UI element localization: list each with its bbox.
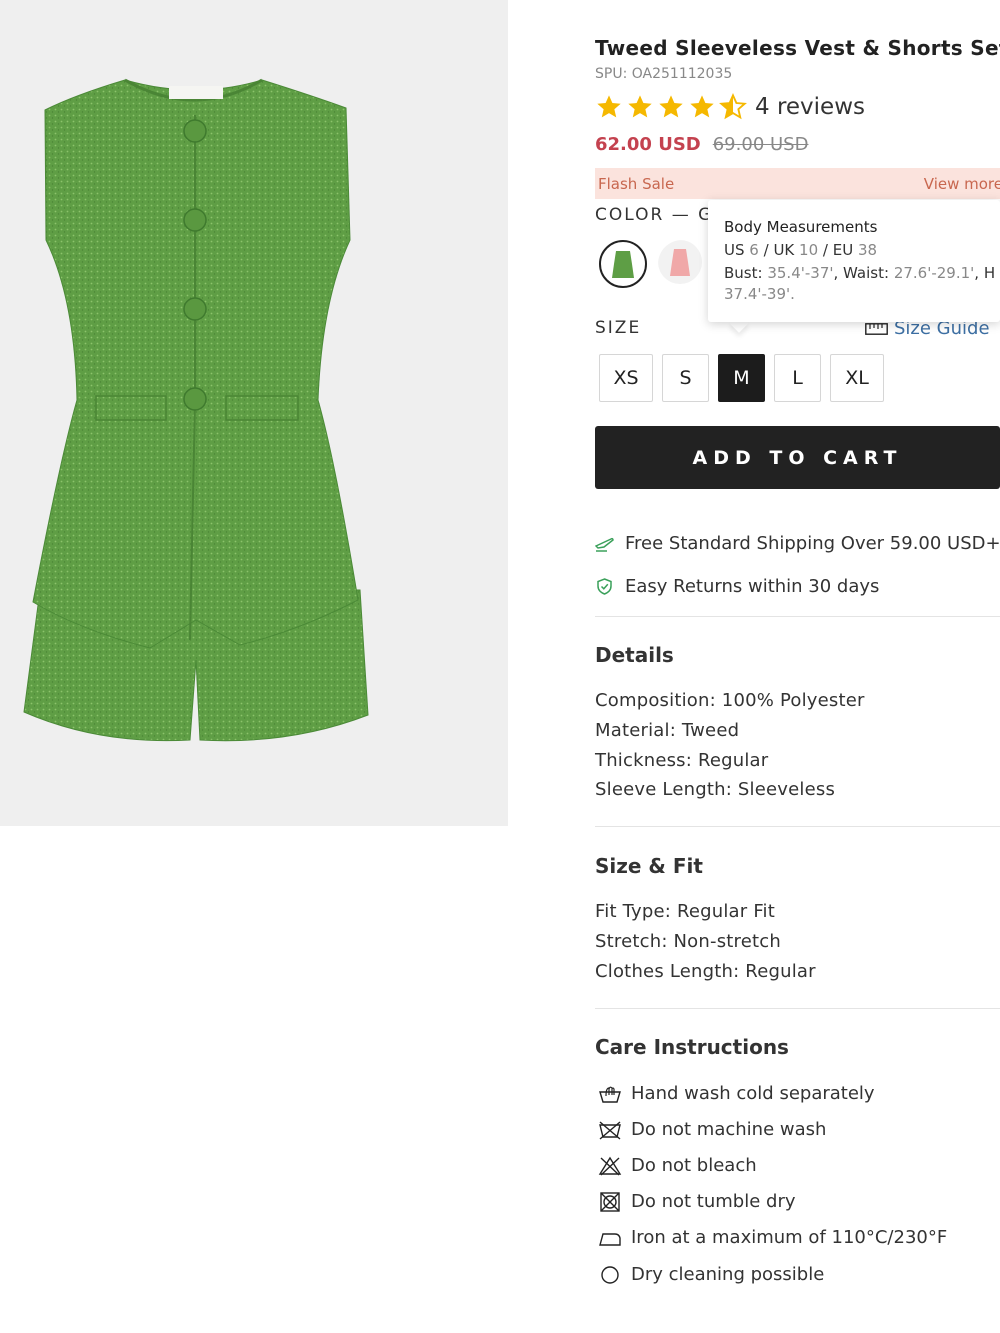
divider	[595, 616, 1000, 617]
product-info-panel: Tweed Sleeveless Vest & Shorts Set SPU: …	[595, 0, 1000, 1333]
add-to-cart-button[interactable]: ADD TO CART	[595, 426, 1000, 489]
star-icon	[690, 95, 714, 118]
size-label: SIZE	[595, 318, 642, 338]
returns-text: Easy Returns within 30 days	[625, 576, 880, 597]
divider	[595, 826, 1000, 827]
tooltip-size-conversion: US 6 / UK 10 / EU 38	[724, 241, 878, 259]
shield-check-icon	[597, 578, 612, 595]
care-item: Dry cleaning possible	[598, 1264, 824, 1285]
pink-outfit-thumbnail	[658, 240, 702, 284]
iron-low-icon	[599, 1232, 621, 1246]
care-text: Do not machine wash	[631, 1119, 827, 1140]
color-label: COLOR — Gr	[595, 205, 723, 225]
size-fit-item: Stretch: Non-stretch	[595, 931, 781, 952]
care-item: Do not bleach	[598, 1155, 757, 1176]
reviews-link[interactable]: 4 reviews	[755, 94, 865, 120]
green-outfit-thumbnail	[612, 251, 634, 278]
size-option-l[interactable]: L	[774, 354, 821, 402]
care-item: Do not tumble dry	[598, 1191, 796, 1212]
size-option-s[interactable]: S	[662, 354, 709, 402]
price-row: 62.00 USD 69.00 USD	[595, 134, 808, 155]
detail-item: Thickness: Regular	[595, 750, 769, 771]
care-title[interactable]: Care Instructions	[595, 1035, 789, 1059]
size-option-xs[interactable]: XS	[599, 354, 653, 402]
tooltip-hip: 37.4'-39'.	[724, 285, 795, 303]
product-photo	[23, 78, 369, 742]
star-icon	[659, 95, 683, 118]
detail-item: Sleeve Length: Sleeveless	[595, 779, 836, 800]
swatch-pink[interactable]	[658, 240, 706, 288]
star-icon	[597, 95, 621, 118]
half-star-icon	[719, 93, 747, 120]
ruler-icon	[865, 322, 888, 335]
no-tumble-dry-icon	[600, 1191, 620, 1212]
care-text: Dry cleaning possible	[631, 1264, 825, 1285]
shipping-plane-icon	[595, 537, 614, 552]
care-text: Do not tumble dry	[631, 1191, 796, 1212]
tooltip-measurements: Bust: 35.4'-37', Waist: 27.6'-29.1', H	[724, 264, 996, 282]
care-text: Iron at a maximum of 110°C/230°F	[631, 1227, 948, 1248]
size-fit-item: Clothes Length: Regular	[595, 961, 816, 982]
detail-item: Composition: 100% Polyester	[595, 690, 865, 711]
swatch-green[interactable]	[599, 240, 647, 288]
hand-wash-icon	[599, 1086, 621, 1103]
product-title: Tweed Sleeveless Vest & Shorts Set	[595, 36, 1000, 60]
tooltip-title: Body Measurements	[724, 218, 878, 236]
returns-perk: Easy Returns within 30 days	[595, 576, 879, 597]
detail-item: Material: Tweed	[595, 720, 740, 741]
flash-sale-bar: Flash Sale View more	[595, 168, 1000, 199]
original-price: 69.00 USD	[712, 134, 809, 155]
size-option-xl[interactable]: XL	[830, 354, 884, 402]
star-icon	[628, 95, 652, 118]
rating-row[interactable]: 4 reviews	[595, 93, 865, 121]
product-image[interactable]	[0, 0, 508, 826]
care-text: Do not bleach	[631, 1155, 757, 1176]
sale-price: 62.00 USD	[595, 134, 701, 155]
no-machine-wash-icon	[599, 1120, 621, 1140]
care-item: Hand wash cold separately	[598, 1083, 875, 1104]
dry-clean-icon	[601, 1265, 619, 1284]
size-fit-title[interactable]: Size & Fit	[595, 854, 703, 878]
care-item: Do not machine wash	[598, 1119, 826, 1140]
flash-sale-label: Flash Sale	[598, 174, 675, 193]
shipping-perk: Free Standard Shipping Over 59.00 USD+	[595, 533, 1000, 554]
divider	[595, 1008, 1000, 1009]
size-fit-item: Fit Type: Regular Fit	[595, 901, 776, 922]
care-text: Hand wash cold separately	[631, 1083, 875, 1104]
product-spu: SPU: OA251112035	[595, 66, 733, 82]
details-title[interactable]: Details	[595, 643, 674, 667]
care-item: Iron at a maximum of 110°C/230°F	[598, 1227, 947, 1248]
no-bleach-icon	[598, 1156, 622, 1176]
size-options: XS S M L XL	[599, 354, 893, 402]
view-more-link[interactable]: View more	[924, 175, 1000, 193]
size-option-m[interactable]: M	[718, 354, 765, 402]
body-measurements-tooltip: Body Measurements US 6 / UK 10 / EU 38 B…	[708, 200, 1000, 322]
shipping-text: Free Standard Shipping Over 59.00 USD+	[625, 533, 1000, 554]
